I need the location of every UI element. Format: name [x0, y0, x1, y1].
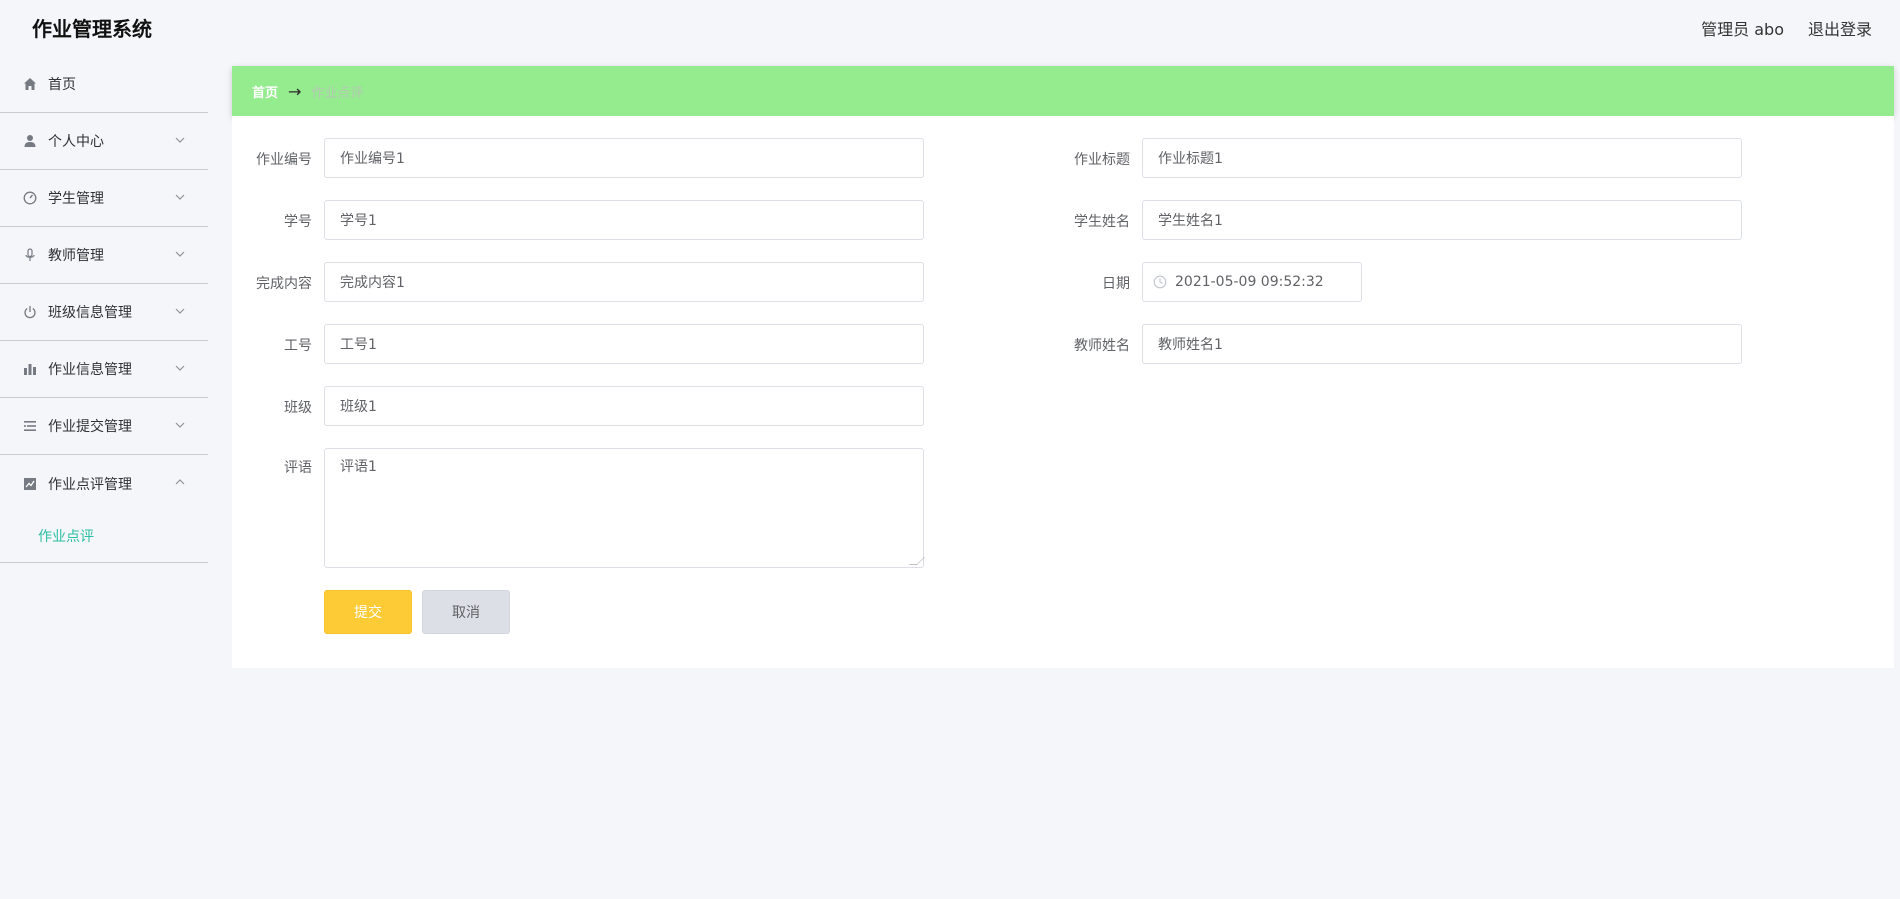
sidebar-item-class-management[interactable]: 班级信息管理	[0, 284, 208, 341]
user-icon	[22, 133, 38, 149]
sidebar-item-label: 教师管理	[48, 248, 104, 264]
submenu-homework-review: 作业点评	[0, 512, 208, 563]
dashboard-icon	[22, 190, 38, 206]
sidebar-item-student-management[interactable]: 学生管理	[0, 170, 208, 227]
student-no-label: 学号	[284, 214, 312, 230]
sidebar-item-label: 作业点评管理	[48, 476, 132, 493]
teacher-name-input[interactable]: 教师姓名1	[1142, 324, 1742, 364]
sidebar: 首页 个人中心 学生管理 教师管理 班级信息管理 作业信息管理 作业提交管理 作…	[0, 56, 208, 899]
staff-no-label: 工号	[284, 338, 312, 354]
breadcrumb-arrow-icon: →	[288, 81, 302, 101]
chevron-down-icon	[174, 362, 186, 374]
chevron-down-icon	[174, 191, 186, 203]
sidebar-item-label: 学生管理	[48, 191, 104, 207]
microphone-icon	[22, 247, 38, 263]
date-label: 日期	[1102, 276, 1130, 292]
app-title: 作业管理系统	[32, 17, 152, 41]
sidebar-item-teacher-management[interactable]: 教师管理	[0, 227, 208, 284]
breadcrumb-home[interactable]: 首页	[252, 82, 278, 101]
line-chart-icon	[22, 476, 38, 492]
staff-no-input[interactable]: 工号1	[324, 324, 924, 364]
sidebar-item-label: 作业提交管理	[48, 419, 132, 435]
sidebar-item-label: 首页	[48, 77, 76, 93]
chevron-down-icon	[174, 419, 186, 431]
class-input[interactable]: 班级1	[324, 386, 924, 426]
homework-title-input[interactable]: 作业标题1	[1142, 138, 1742, 178]
sidebar-item-label: 个人中心	[48, 134, 104, 150]
sidebar-item-homework-info[interactable]: 作业信息管理	[0, 341, 208, 398]
student-name-label: 学生姓名	[1074, 214, 1130, 230]
sidebar-item-label: 作业信息管理	[48, 362, 132, 378]
breadcrumb: 首页 → 作业点评	[232, 66, 1894, 116]
content-input[interactable]: 完成内容1	[324, 262, 924, 302]
student-no-input[interactable]: 学号1	[324, 200, 924, 240]
date-value: 2021-05-09 09:52:32	[1175, 274, 1324, 290]
homework-title-label: 作业标题	[1074, 152, 1130, 168]
sidebar-item-personal-center[interactable]: 个人中心	[0, 113, 208, 170]
sidebar-item-label: 班级信息管理	[48, 305, 132, 321]
header-user-area: 管理员 abo 退出登录	[1701, 16, 1872, 40]
bar-chart-icon	[22, 361, 38, 377]
top-header: 作业管理系统 管理员 abo 退出登录	[0, 0, 1900, 56]
comment-value: 评语1	[340, 459, 377, 475]
chevron-up-icon	[174, 476, 186, 488]
homework-no-label: 作业编号	[256, 152, 312, 168]
chevron-down-icon	[174, 305, 186, 317]
teacher-name-label: 教师姓名	[1074, 338, 1130, 354]
submenu-item-homework-review[interactable]: 作业点评	[38, 526, 208, 546]
homework-no-input[interactable]: 作业编号1	[324, 138, 924, 178]
sidebar-item-homework-review[interactable]: 作业点评管理	[0, 455, 208, 512]
sidebar-item-homework-submission[interactable]: 作业提交管理	[0, 398, 208, 455]
power-icon	[22, 304, 38, 320]
list-icon	[22, 418, 38, 434]
breadcrumb-current: 作业点评	[311, 85, 364, 101]
logout-link[interactable]: 退出登录	[1808, 16, 1872, 40]
student-name-input[interactable]: 学生姓名1	[1142, 200, 1742, 240]
clock-icon	[1153, 275, 1167, 289]
sidebar-item-home[interactable]: 首页	[0, 56, 208, 113]
class-label: 班级	[284, 400, 312, 416]
submit-button[interactable]: 提交	[324, 590, 412, 634]
current-user[interactable]: 管理员 abo	[1701, 16, 1784, 40]
chevron-down-icon	[174, 134, 186, 146]
comment-textarea[interactable]: 评语1	[324, 448, 925, 568]
content-label: 完成内容	[256, 276, 312, 292]
date-picker[interactable]: 2021-05-09 09:52:32	[1142, 262, 1362, 302]
comment-label: 评语	[284, 460, 312, 476]
resize-handle-icon[interactable]	[909, 557, 925, 565]
home-icon	[22, 76, 38, 92]
form-panel: 作业编号 作业编号1 作业标题 作业标题1 学号 学号1 学生姓名 学生姓名1 …	[232, 116, 1894, 668]
chevron-down-icon	[174, 248, 186, 260]
cancel-button[interactable]: 取消	[422, 590, 510, 634]
